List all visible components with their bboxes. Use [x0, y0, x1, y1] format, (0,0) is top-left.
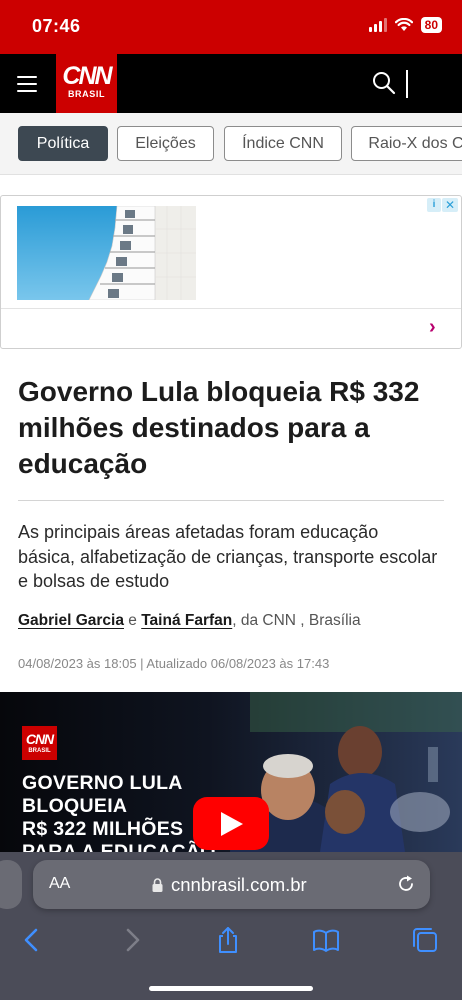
- url-text[interactable]: cnnbrasil.com.br: [171, 874, 307, 896]
- status-time: 07:46: [32, 16, 81, 36]
- status-icons: 80: [368, 17, 442, 33]
- advertisement[interactable]: i ✕ ›: [0, 195, 462, 349]
- site-header: CNN BRASIL: [0, 54, 462, 113]
- ad-close-icon[interactable]: ✕: [442, 198, 458, 212]
- video-cnn-logo: CNN BRASIL: [22, 726, 57, 760]
- menu-icon[interactable]: [17, 76, 37, 92]
- lock-icon: [152, 878, 163, 892]
- back-icon[interactable]: [18, 926, 46, 954]
- reload-icon[interactable]: [396, 874, 416, 894]
- forward-icon[interactable]: [118, 926, 146, 954]
- author-link[interactable]: Gabriel Garcia: [18, 612, 124, 629]
- home-indicator: [149, 986, 313, 991]
- text-size-button[interactable]: AA: [49, 875, 70, 893]
- chevron-right-icon[interactable]: ›: [429, 317, 436, 337]
- tab-politica[interactable]: Política: [18, 126, 108, 161]
- tab-raio-x[interactable]: Raio-X dos C: [351, 126, 462, 161]
- ad-divider: [1, 308, 461, 309]
- bookmarks-icon[interactable]: [312, 926, 340, 954]
- ad-info-icon[interactable]: i: [427, 198, 441, 212]
- headline-divider: [18, 500, 444, 501]
- status-bar: 07:46 80: [0, 0, 462, 54]
- video-logo-main: CNN: [25, 731, 54, 747]
- tab-eleicoes[interactable]: Eleições: [117, 126, 214, 161]
- tab-indice-cnn[interactable]: Índice CNN: [224, 126, 342, 161]
- article-byline: Gabriel Garcia e Tainá Farfan, da CNN , …: [18, 612, 361, 630]
- browser-toolbar: AA cnnbrasil.com.br: [0, 852, 462, 1000]
- logo-sub-text: BRASIL: [67, 89, 106, 99]
- byline-joiner: e: [128, 612, 137, 629]
- article-headline: Governo Lula bloqueia R$ 332 milhões des…: [18, 376, 420, 479]
- search-icon[interactable]: [371, 70, 397, 96]
- cellular-signal-icon: [368, 18, 387, 32]
- article-dateline: 04/08/2023 às 18:05 | Atualizado 06/08/2…: [18, 656, 330, 671]
- video-player[interactable]: CNN BRASIL GOVERNO LULA BLOQUEIA R$ 322 …: [0, 692, 462, 852]
- article-subtitle: As principais áreas afetadas foram educa…: [18, 522, 438, 591]
- play-icon: [221, 812, 243, 836]
- byline-location: , da CNN , Brasília: [232, 612, 361, 629]
- tabs-icon[interactable]: [411, 926, 439, 954]
- play-button[interactable]: [193, 797, 269, 850]
- category-tabs: Política Eleições Índice CNN Raio-X dos …: [0, 113, 462, 175]
- address-bar[interactable]: AA cnnbrasil.com.br: [33, 860, 430, 909]
- logo-main-text: CNN: [62, 62, 112, 90]
- previous-tab-peek[interactable]: [0, 860, 22, 909]
- header-divider: [406, 70, 408, 98]
- cnn-brasil-logo[interactable]: CNN BRASIL: [56, 54, 117, 113]
- wifi-icon: [394, 18, 413, 31]
- share-icon[interactable]: [214, 926, 242, 954]
- ad-image[interactable]: [17, 206, 196, 300]
- battery-icon: 80: [420, 17, 442, 33]
- video-logo-sub: BRASIL: [28, 748, 51, 754]
- author-link[interactable]: Tainá Farfan: [141, 612, 232, 629]
